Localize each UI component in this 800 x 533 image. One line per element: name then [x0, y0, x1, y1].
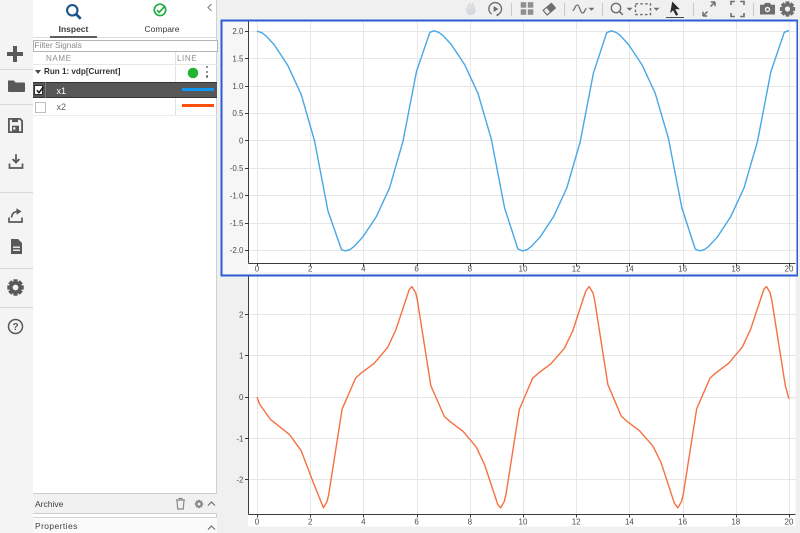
svg-text:14: 14	[625, 518, 634, 527]
svg-text:0: 0	[239, 137, 244, 146]
svg-text:0: 0	[239, 393, 244, 402]
svg-text:2: 2	[239, 310, 244, 319]
svg-text:1: 1	[239, 352, 244, 361]
svg-text:14: 14	[625, 265, 634, 274]
svg-text:12: 12	[572, 265, 581, 274]
svg-text:1.0: 1.0	[232, 82, 244, 91]
svg-text:6: 6	[414, 518, 419, 527]
svg-text:-1: -1	[236, 434, 244, 443]
svg-text:-1.5: -1.5	[230, 219, 244, 228]
svg-text:10: 10	[519, 518, 528, 527]
svg-text:18: 18	[731, 265, 740, 274]
svg-text:20: 20	[785, 518, 794, 527]
svg-text:8: 8	[468, 265, 473, 274]
svg-text:-2: -2	[236, 476, 244, 485]
svg-text:8: 8	[468, 518, 473, 527]
svg-text:1.5: 1.5	[232, 55, 244, 64]
svg-text:18: 18	[731, 518, 740, 527]
svg-text:4: 4	[361, 265, 366, 274]
svg-text:-2.0: -2.0	[230, 246, 244, 255]
svg-text:10: 10	[519, 265, 528, 274]
svg-text:0: 0	[255, 265, 260, 274]
svg-text:16: 16	[678, 265, 687, 274]
svg-text:20: 20	[785, 265, 794, 274]
svg-text:2: 2	[308, 265, 313, 274]
svg-text:2.0: 2.0	[232, 27, 244, 36]
svg-text:-1.0: -1.0	[230, 191, 244, 200]
svg-text:?: ?	[12, 322, 18, 333]
svg-text:16: 16	[678, 518, 687, 527]
svg-text:2: 2	[308, 518, 313, 527]
svg-text:-0.5: -0.5	[230, 164, 244, 173]
svg-text:0.5: 0.5	[232, 109, 244, 118]
svg-text:12: 12	[572, 518, 581, 527]
svg-text:6: 6	[414, 265, 419, 274]
svg-text:0: 0	[255, 518, 260, 527]
svg-text:4: 4	[361, 518, 366, 527]
